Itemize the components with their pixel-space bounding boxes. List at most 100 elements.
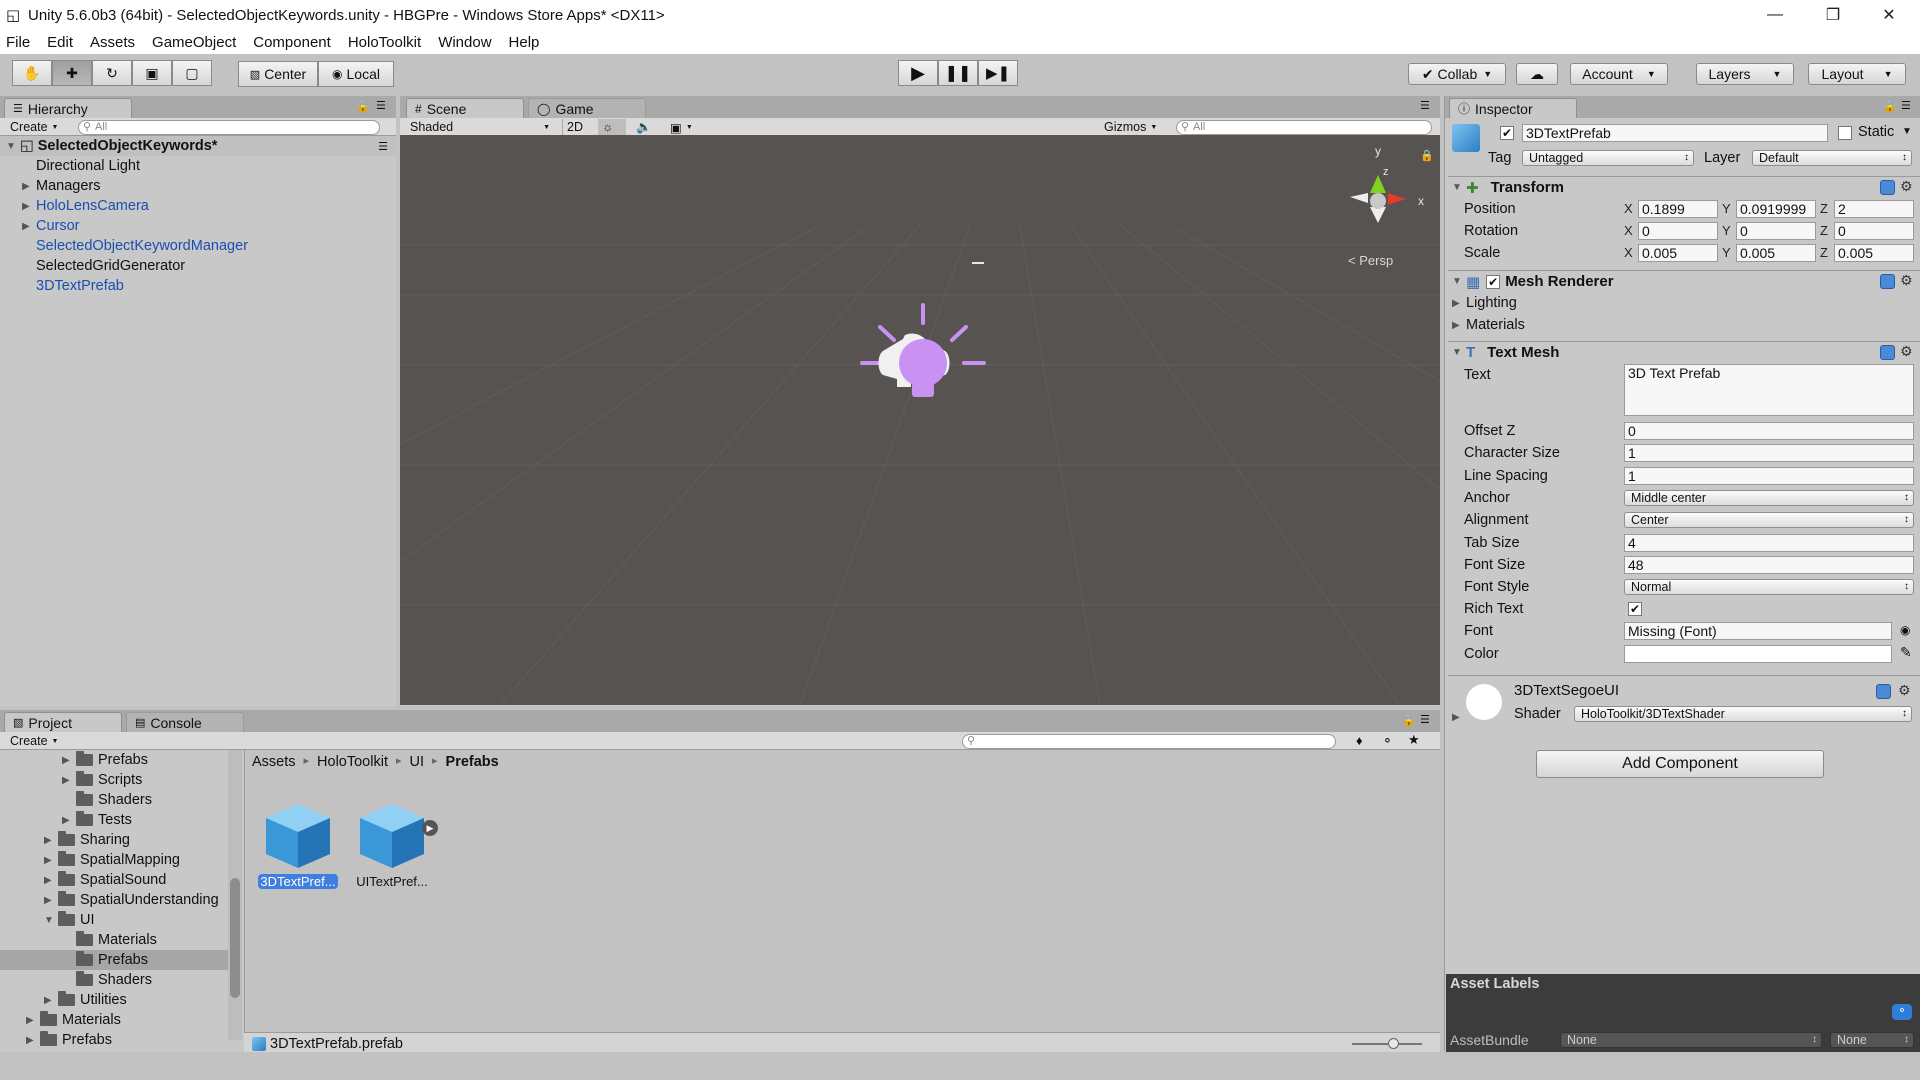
expand-arrow-icon[interactable]: ▶ bbox=[44, 895, 58, 906]
active-checkbox[interactable]: ✔ bbox=[1500, 126, 1514, 140]
project-folder-item[interactable]: ▶ Prefabs bbox=[0, 1030, 228, 1050]
audio-toggle[interactable]: 🔈 bbox=[632, 119, 660, 135]
tab-hierarchy[interactable]: ☰ Hierarchy bbox=[4, 98, 132, 118]
expand-arrow-icon[interactable]: ▶ bbox=[26, 1035, 40, 1046]
scene-search-input[interactable]: ⚲ All bbox=[1176, 120, 1432, 135]
layout-dropdown[interactable]: Layout ▼ bbox=[1808, 63, 1906, 85]
effects-dropdown[interactable]: ▣ ▼ bbox=[666, 119, 698, 135]
asset-label[interactable]: 3DTextPref... bbox=[258, 874, 338, 889]
account-dropdown[interactable]: Account ▼ bbox=[1570, 63, 1668, 85]
close-window-button[interactable]: ✕ bbox=[1866, 0, 1912, 30]
anchor-dropdown[interactable]: Middle center bbox=[1624, 489, 1914, 506]
minimize-button[interactable]: — bbox=[1752, 0, 1798, 30]
rotation-y-field[interactable]: 0 bbox=[1736, 222, 1816, 240]
expand-arrow-icon[interactable]: ▼ bbox=[1452, 347, 1466, 358]
line-spacing-field[interactable]: 1 bbox=[1624, 466, 1914, 485]
help-icon[interactable] bbox=[1880, 180, 1895, 195]
hierarchy-search-input[interactable]: ⚲ All bbox=[78, 120, 380, 135]
expand-arrow-icon[interactable]: ▶ bbox=[26, 1015, 40, 1026]
static-checkbox[interactable] bbox=[1838, 126, 1852, 140]
project-folder-item[interactable]: ▶ SpatialMapping bbox=[0, 850, 228, 870]
light-gizmo[interactable] bbox=[860, 303, 986, 397]
help-icon[interactable] bbox=[1880, 274, 1895, 289]
expand-arrow-icon[interactable]: ▶ bbox=[44, 855, 58, 866]
scale-z-field[interactable]: 0.005 bbox=[1834, 244, 1914, 262]
expand-prefab-icon[interactable]: ▶ bbox=[422, 820, 438, 836]
color-field[interactable] bbox=[1624, 645, 1892, 663]
scene-root-row[interactable]: ▼ ◱ SelectedObjectKeywords* ☰ bbox=[0, 136, 396, 156]
expand-arrow-icon[interactable]: ▶ bbox=[44, 875, 58, 886]
panel-menu-icon[interactable]: ☰ bbox=[1420, 99, 1430, 112]
project-folder-item[interactable]: ▶ SpatialUnderstanding bbox=[0, 890, 228, 910]
project-tree-scrollbar[interactable] bbox=[228, 750, 242, 1040]
hierarchy-item[interactable]: ▶ Managers bbox=[0, 176, 396, 196]
expand-arrow-icon[interactable]: ▼ bbox=[1452, 182, 1466, 193]
tab-game[interactable]: ◯ Game bbox=[528, 98, 646, 118]
cloud-button[interactable]: ☁ bbox=[1516, 63, 1558, 85]
menu-item-component[interactable]: Component bbox=[253, 34, 331, 51]
menu-item-holotoolkit[interactable]: HoloToolkit bbox=[348, 34, 421, 51]
scrollbar-thumb[interactable] bbox=[230, 878, 240, 998]
project-folder-item[interactable]: Prefabs bbox=[0, 950, 228, 970]
expand-arrow-icon[interactable]: ▶ bbox=[44, 995, 58, 1006]
expand-arrow-icon[interactable]: ▶ bbox=[22, 181, 36, 192]
expand-arrow-icon[interactable]: ▼ bbox=[44, 915, 58, 926]
project-folder-item[interactable]: ▶ Prefabs bbox=[0, 750, 228, 770]
panel-menu-icon[interactable]: ☰ bbox=[376, 99, 386, 112]
font-field[interactable]: Missing (Font) bbox=[1624, 622, 1892, 640]
move-tool-button[interactable]: ✚ bbox=[52, 60, 92, 86]
hierarchy-item[interactable]: 3DTextPrefab bbox=[0, 276, 396, 296]
zoom-slider-thumb[interactable] bbox=[1388, 1038, 1399, 1049]
shader-dropdown[interactable]: HoloToolkit/3DTextShader bbox=[1574, 706, 1912, 722]
offset-z-field[interactable]: 0 bbox=[1624, 422, 1914, 440]
static-dropdown-icon[interactable]: ▼ bbox=[1902, 126, 1912, 137]
hierarchy-item[interactable]: ▶ Cursor bbox=[0, 216, 396, 236]
menu-item-gameobject[interactable]: GameObject bbox=[152, 34, 236, 51]
expand-arrow-icon[interactable]: ▶ bbox=[22, 201, 36, 212]
layer-dropdown[interactable]: Default bbox=[1752, 150, 1912, 166]
hierarchy-item[interactable]: SelectedGridGenerator bbox=[0, 256, 396, 276]
expand-arrow-icon[interactable]: ▶ bbox=[1452, 320, 1466, 331]
expand-arrow-icon[interactable]: ▶ bbox=[44, 835, 58, 846]
pivot-local-button[interactable]: ◉ Local bbox=[318, 61, 394, 87]
prefab-cube-icon[interactable] bbox=[356, 798, 428, 870]
project-search-input[interactable]: ⚲ bbox=[962, 734, 1336, 749]
scale-y-field[interactable]: 0.005 bbox=[1736, 244, 1816, 262]
breadcrumb-item[interactable]: Assets bbox=[252, 754, 296, 770]
layers-dropdown[interactable]: Layers ▼ bbox=[1696, 63, 1794, 85]
tab-scene[interactable]: # Scene bbox=[406, 98, 524, 118]
tab-project[interactable]: ▧ Project bbox=[4, 712, 122, 732]
gear-icon[interactable]: ⚙ bbox=[1900, 272, 1913, 289]
asset-bundle-dropdown[interactable]: None bbox=[1560, 1032, 1822, 1048]
lock-icon[interactable]: 🔒 bbox=[1883, 100, 1897, 113]
gizmos-dropdown[interactable]: Gizmos ▼ bbox=[1100, 119, 1160, 135]
expand-arrow-icon[interactable]: ▶ bbox=[1452, 712, 1460, 723]
expand-arrow-icon[interactable]: ▼ bbox=[6, 141, 20, 152]
project-folder-item[interactable]: ▶ Utilities bbox=[0, 990, 228, 1010]
tag-dropdown[interactable]: Untagged bbox=[1522, 150, 1694, 166]
mesh-renderer-checkbox[interactable]: ✔ bbox=[1486, 274, 1501, 289]
expand-arrow-icon[interactable]: ▶ bbox=[1452, 298, 1466, 309]
lock-icon[interactable]: 🔒 bbox=[356, 100, 370, 113]
text-area[interactable]: 3D Text Prefab bbox=[1624, 364, 1914, 416]
rich-text-checkbox[interactable]: ✔ bbox=[1628, 602, 1642, 616]
scale-tool-button[interactable]: ▣ bbox=[132, 60, 172, 86]
project-folder-item[interactable]: ▶ SpatialSound bbox=[0, 870, 228, 890]
text-mesh-header[interactable]: ▼ T Text Mesh bbox=[1448, 341, 1920, 363]
gear-icon[interactable]: ⚙ bbox=[1900, 178, 1913, 195]
breadcrumb-item[interactable]: UI bbox=[410, 754, 425, 770]
project-folder-item[interactable]: Materials bbox=[0, 930, 228, 950]
lock-icon[interactable]: 🔒 bbox=[1420, 149, 1434, 162]
zoom-slider[interactable] bbox=[1352, 1038, 1422, 1049]
expand-arrow-icon[interactable]: ▶ bbox=[22, 221, 36, 232]
collab-dropdown[interactable]: ✔ Collab ▼ bbox=[1408, 63, 1506, 85]
lighting-foldout[interactable]: ▶ Lighting bbox=[1452, 294, 1517, 312]
mode-2d-toggle[interactable]: 2D bbox=[562, 119, 592, 135]
lighting-toggle[interactable]: ☼ bbox=[598, 119, 626, 135]
tab-console[interactable]: ▤ Console bbox=[126, 712, 244, 732]
tab-inspector[interactable]: ⓘ Inspector bbox=[1449, 98, 1577, 118]
object-picker-icon[interactable]: ◉ bbox=[1900, 623, 1910, 637]
filter-type-icon[interactable]: ♦ bbox=[1356, 733, 1363, 748]
project-folder-item[interactable]: Shaders bbox=[0, 970, 228, 990]
pivot-center-button[interactable]: ▧ Center bbox=[238, 61, 318, 87]
